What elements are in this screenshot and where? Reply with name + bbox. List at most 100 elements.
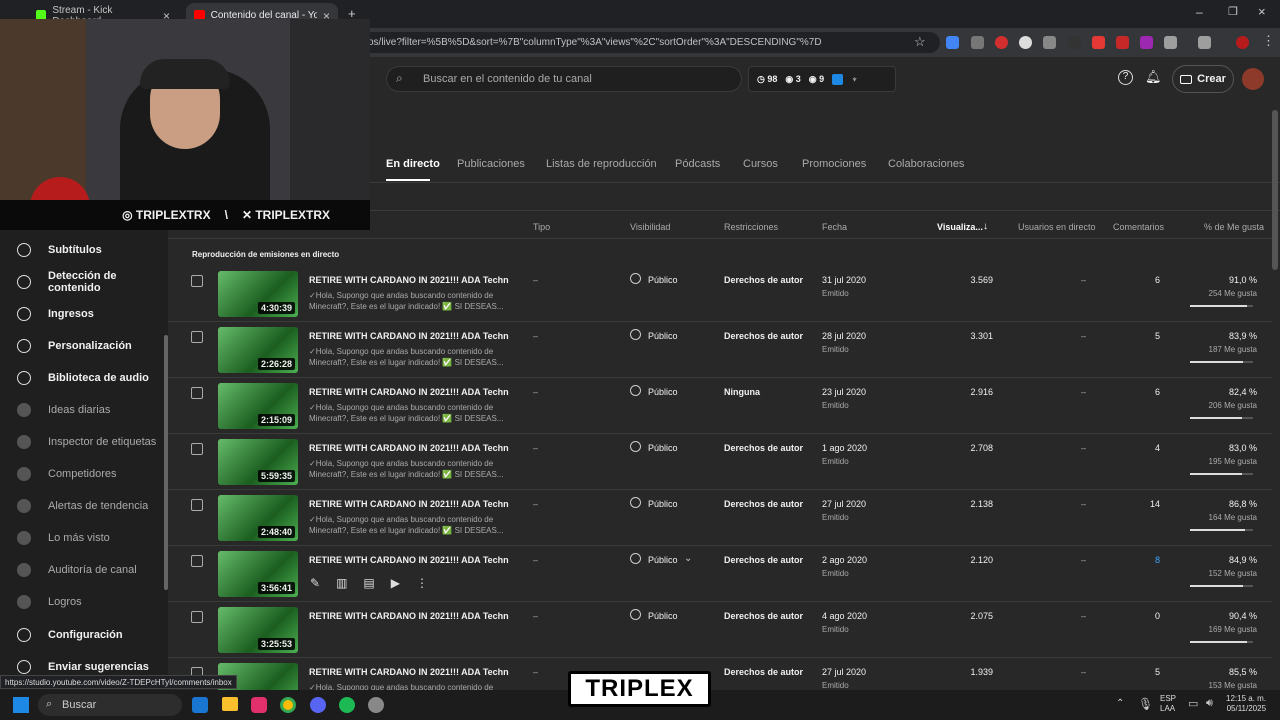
video-thumbnail[interactable]: 3:25:53: [218, 607, 298, 653]
taskbar-search[interactable]: Buscar: [38, 694, 182, 716]
visibility-cell[interactable]: Público: [648, 387, 678, 397]
video-thumbnail[interactable]: 3:56:41: [218, 551, 298, 597]
video-title[interactable]: RETIRE WITH CARDANO IN 2021!!! ADA Techn…: [309, 443, 509, 453]
extension-icon[interactable]: [1140, 36, 1153, 49]
obs-icon[interactable]: [368, 697, 384, 713]
col-restricciones[interactable]: Restricciones: [724, 222, 778, 232]
stats-widget[interactable]: ◷ 98 ◉ 3 ◉ 9 ♆: [748, 66, 896, 92]
chrome-icon[interactable]: [280, 697, 296, 713]
volume-icon[interactable]: 🔊︎: [1206, 697, 1213, 710]
visibility-cell[interactable]: Público: [648, 275, 678, 285]
profile-icon[interactable]: [1198, 36, 1211, 49]
row-checkbox[interactable]: [191, 331, 203, 343]
scrollbar[interactable]: [1272, 110, 1278, 270]
comments-cell[interactable]: 4: [1148, 443, 1160, 453]
tab-promociones[interactable]: Promociones: [802, 158, 866, 170]
folder-icon[interactable]: [222, 697, 238, 711]
extension-icon[interactable]: [971, 36, 984, 49]
video-title[interactable]: RETIRE WITH CARDANO IN 2021!!! ADA Techn…: [309, 387, 509, 397]
sidebar-item[interactable]: Inspector de etiquetas: [0, 428, 168, 456]
col-visibilidad[interactable]: Visibilidad: [630, 222, 670, 232]
extension-icon[interactable]: [1043, 36, 1056, 49]
minimize-icon[interactable]: –: [1196, 5, 1203, 19]
extension-icon[interactable]: [1019, 36, 1032, 49]
sidebar-item[interactable]: Detección de contenido: [0, 268, 168, 296]
col-comentarios[interactable]: Comentarios: [1113, 222, 1164, 232]
tab-publicaciones[interactable]: Publicaciones: [457, 158, 525, 170]
video-thumbnail[interactable]: 2:48:40: [218, 495, 298, 541]
row-checkbox[interactable]: [191, 555, 203, 567]
options-icon[interactable]: ⋮: [416, 576, 428, 594]
comments-cell[interactable]: 5: [1148, 667, 1160, 677]
avatar[interactable]: [1242, 68, 1264, 90]
col-tipo[interactable]: Tipo: [533, 222, 550, 232]
sidebar-item[interactable]: Configuración: [0, 621, 168, 649]
video-thumbnail[interactable]: 2:15:09: [218, 383, 298, 429]
table-row[interactable]: 2:26:28 RETIRE WITH CARDANO IN 2021!!! AD…: [168, 322, 1272, 378]
sidebar-item[interactable]: Lo más visto: [0, 524, 168, 552]
sidebar-item[interactable]: Competidores: [0, 460, 168, 488]
col-visualizaciones[interactable]: Visualiza...: [937, 222, 983, 232]
instagram-icon[interactable]: [251, 697, 267, 713]
sort-down-icon[interactable]: ↓: [983, 221, 988, 232]
language-indicator[interactable]: ESP LAA: [1160, 694, 1176, 714]
star-icon[interactable]: ☆: [914, 34, 926, 50]
extension-icon[interactable]: [1116, 36, 1129, 49]
menu-dots-icon[interactable]: ⋮: [1262, 33, 1275, 49]
microphone-icon[interactable]: 🎙︎: [1138, 697, 1153, 711]
col-usuarios[interactable]: Usuarios en directo: [1018, 222, 1096, 232]
search-input[interactable]: Buscar en el contenido de tu canal: [386, 66, 742, 92]
col-fecha[interactable]: Fecha: [822, 222, 847, 232]
comments-cell[interactable]: 0: [1148, 611, 1160, 621]
sidebar-item[interactable]: Logros: [0, 588, 168, 616]
sidebar-item[interactable]: Biblioteca de audio: [0, 364, 168, 392]
sidebar-item[interactable]: Personalización: [0, 332, 168, 360]
video-thumbnail[interactable]: 2:26:28: [218, 327, 298, 373]
sidebar-item[interactable]: Subtítulos: [0, 236, 168, 264]
youtube-play-icon[interactable]: ▶: [391, 576, 400, 594]
url-field[interactable]: os/live?filter=%5B%5D&sort=%7B"columnTyp…: [360, 32, 940, 53]
comments-icon[interactable]: ▤: [363, 576, 374, 594]
comments-cell[interactable]: 6: [1148, 387, 1160, 397]
row-checkbox[interactable]: [191, 275, 203, 287]
spotify-icon[interactable]: [339, 697, 355, 713]
create-button[interactable]: Crear: [1172, 65, 1234, 93]
table-row[interactable]: 5:59:35 RETIRE WITH CARDANO IN 2021!!! AD…: [168, 434, 1272, 490]
table-row[interactable]: 4:30:39 RETIRE WITH CARDANO IN 2021!!! AD…: [168, 266, 1272, 322]
bell-icon[interactable]: 🔔︎: [1145, 69, 1162, 85]
store-icon[interactable]: [192, 697, 208, 713]
visibility-cell[interactable]: Público: [648, 499, 678, 509]
chevron-up-icon[interactable]: ⌃: [1116, 698, 1124, 709]
video-thumbnail[interactable]: 5:59:35: [218, 439, 298, 485]
row-checkbox[interactable]: [191, 387, 203, 399]
video-title[interactable]: RETIRE WITH CARDANO IN 2021!!! ADA Techn…: [309, 667, 509, 677]
maximize-icon[interactable]: ❐: [1228, 5, 1238, 18]
extension-icon[interactable]: [995, 36, 1008, 49]
comments-cell[interactable]: 14: [1148, 499, 1160, 509]
sidebar-item[interactable]: Ingresos: [0, 300, 168, 328]
visibility-cell[interactable]: Público: [648, 611, 678, 621]
chevron-down-icon[interactable]: ⌄: [684, 553, 692, 564]
discord-icon[interactable]: [310, 697, 326, 713]
video-thumbnail[interactable]: 4:30:39: [218, 271, 298, 317]
video-title[interactable]: RETIRE WITH CARDANO IN 2021!!! ADA Techn…: [309, 275, 509, 285]
analytics-icon[interactable]: ▥: [336, 576, 347, 594]
table-row[interactable]: 3:25:53 RETIRE WITH CARDANO IN 2021!!! AD…: [168, 602, 1272, 658]
video-title[interactable]: RETIRE WITH CARDANO IN 2021!!! ADA Techn…: [309, 499, 509, 509]
visibility-cell[interactable]: Público: [648, 331, 678, 341]
edit-icon[interactable]: ✎: [310, 576, 320, 594]
video-title[interactable]: RETIRE WITH CARDANO IN 2021!!! ADA Techn…: [309, 555, 509, 565]
avatar-icon[interactable]: [1236, 36, 1249, 49]
extension-icon[interactable]: [1092, 36, 1105, 49]
help-icon[interactable]: ?: [1118, 70, 1133, 85]
sidebar-item[interactable]: Alertas de tendencia: [0, 492, 168, 520]
tab-en-directo[interactable]: En directo: [386, 158, 440, 170]
tab-cursos[interactable]: Cursos: [743, 158, 778, 170]
table-row[interactable]: 2:15:09 RETIRE WITH CARDANO IN 2021!!! AD…: [168, 378, 1272, 434]
comments-cell[interactable]: 5: [1148, 331, 1160, 341]
sidebar-scrollbar[interactable]: [164, 335, 168, 590]
network-icon[interactable]: ▭: [1188, 697, 1198, 710]
clock[interactable]: 12:15 a. m. 05/11/2025: [1226, 694, 1266, 714]
comments-cell[interactable]: 8: [1148, 555, 1160, 565]
video-title[interactable]: RETIRE WITH CARDANO IN 2021!!! ADA Techn…: [309, 611, 509, 621]
